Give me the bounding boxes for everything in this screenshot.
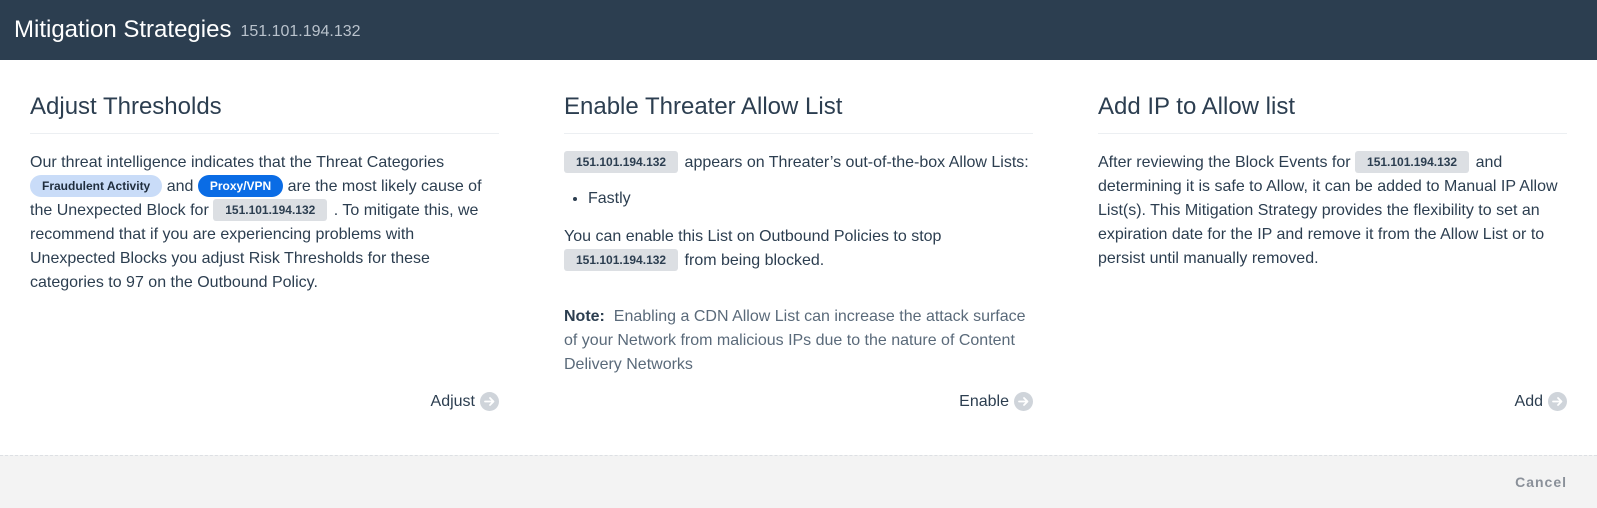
note-text: Enabling a CDN Allow List can increase t… — [564, 308, 1026, 373]
ip-chip: 151.101.194.132 — [1355, 150, 1470, 173]
strategy-description: After reviewing the Block Events for 151… — [1098, 150, 1567, 271]
description-text: After reviewing the Block Events for — [1098, 154, 1351, 171]
strategy-enable-allow-list: Enable Threater Allow List 151.101.194.1… — [564, 60, 1033, 455]
description-text: Our threat intelligence indicates that t… — [30, 154, 445, 171]
add-button[interactable]: Add — [1515, 392, 1567, 411]
strategy-title: Adjust Thresholds — [30, 93, 499, 134]
description-text: appears on Threater’s out-of-the-box All… — [684, 154, 1029, 171]
strategy-adjust-thresholds: Adjust Thresholds Our threat intelligenc… — [30, 60, 499, 455]
threat-category-tag: Proxy/VPN — [197, 174, 284, 197]
arrow-right-circle-icon — [1548, 392, 1567, 411]
note-label: Note: — [564, 308, 605, 325]
cancel-button[interactable]: Cancel — [1515, 474, 1567, 490]
modal-footer: Cancel — [0, 455, 1597, 508]
action-label: Enable — [959, 392, 1009, 410]
adjust-button[interactable]: Adjust — [431, 392, 499, 411]
modal-subtitle-ip: 151.101.194.132 — [240, 23, 361, 40]
modal-title: Mitigation Strategies — [14, 16, 232, 43]
arrow-right-circle-icon — [1014, 392, 1033, 411]
conjunction-text: and — [166, 178, 194, 195]
strategy-add-ip-allow-list: Add IP to Allow list After reviewing the… — [1098, 60, 1567, 455]
mitigation-modal: Mitigation Strategies 151.101.194.132 Ad… — [0, 0, 1597, 508]
description-text: You can enable this List on Outbound Pol… — [564, 228, 942, 245]
strategy-title: Add IP to Allow list — [1098, 93, 1567, 134]
strategy-description: 151.101.194.132 appears on Threater’s ou… — [564, 150, 1033, 377]
enable-button[interactable]: Enable — [959, 392, 1033, 411]
strategy-title: Enable Threater Allow List — [564, 93, 1033, 134]
strategy-description: Our threat intelligence indicates that t… — [30, 151, 499, 295]
strategy-columns: Adjust Thresholds Our threat intelligenc… — [0, 60, 1597, 455]
allow-list-list: Fastly — [588, 187, 1033, 211]
arrow-right-circle-icon — [480, 392, 499, 411]
action-label: Adjust — [430, 392, 475, 410]
ip-chip: 151.101.194.132 — [564, 248, 679, 271]
note: Note: Enabling a CDN Allow List can incr… — [564, 305, 1033, 377]
action-label: Add — [1514, 392, 1543, 410]
ip-chip: 151.101.194.132 — [564, 150, 679, 173]
list-item: Fastly — [588, 187, 1033, 211]
modal-header: Mitigation Strategies 151.101.194.132 — [0, 0, 1597, 60]
threat-category-tag: Fraudulent Activity — [30, 174, 163, 197]
ip-chip: 151.101.194.132 — [213, 198, 328, 221]
description-text: from being blocked. — [684, 252, 825, 269]
